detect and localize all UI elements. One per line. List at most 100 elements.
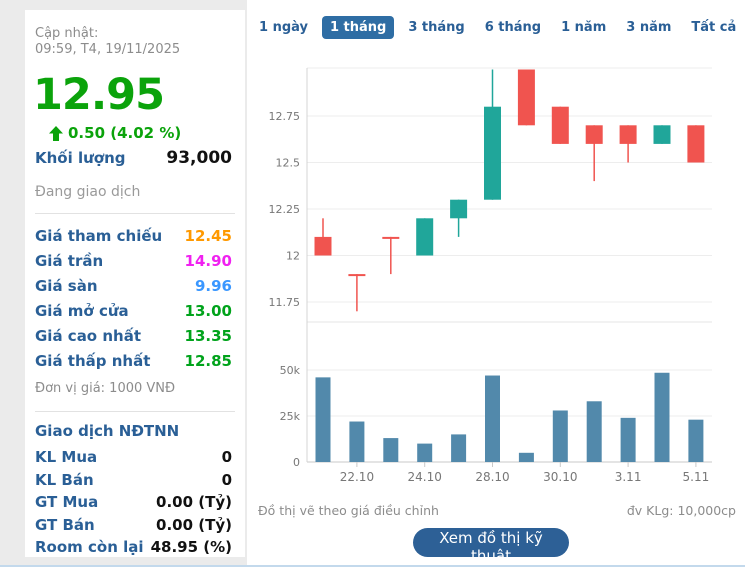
trading-status: Đang giao dịch: [35, 184, 140, 200]
tab-tat-ca[interactable]: Tất cả: [685, 16, 742, 39]
price-table-row: Giá trần 14.90: [35, 248, 232, 273]
price-tick-label: 12: [286, 250, 300, 263]
volume-bar: [655, 373, 670, 462]
candle-body: [348, 274, 365, 276]
high-price-value: 13.35: [185, 327, 232, 345]
candle-body: [620, 125, 637, 144]
tab-1-nam[interactable]: 1 năm: [555, 16, 612, 39]
candle-body: [382, 237, 399, 239]
high-price-label: Giá cao nhất: [35, 327, 141, 345]
foreign-row: KL Bán 0: [35, 469, 232, 492]
candle-body: [450, 200, 467, 219]
tab-1-ngay[interactable]: 1 ngày: [253, 16, 314, 39]
quote-sidebar: Cập nhật: 09:59, T4, 19/11/2025 12.95 0.…: [25, 10, 245, 557]
x-tick-label: 5.11: [683, 470, 710, 484]
candle-body: [654, 125, 671, 144]
price-table: Giá tham chiếu 12.45 Giá trần 14.90 Giá …: [35, 223, 232, 373]
update-time: Cập nhật: 09:59, T4, 19/11/2025: [35, 26, 232, 58]
foreign-sell-vol-label: KL Bán: [35, 471, 94, 489]
update-label: Cập nhật:: [35, 26, 232, 42]
foreign-row: Room còn lại 48.95 (%): [35, 536, 232, 559]
volume-tick-label: 0: [293, 456, 300, 469]
volume-bar: [553, 410, 568, 462]
adjusted-price-note: Đồ thị vẽ theo giá điều chỉnh: [258, 503, 439, 518]
candles: [315, 70, 705, 312]
volume-bars: [316, 373, 704, 462]
room-left-value: 48.95 (%): [151, 538, 232, 556]
volume-bar: [417, 444, 432, 462]
price-axis-labels: 12.75 12.5 12.25 12 11.75: [269, 110, 301, 309]
foreign-row: GT Mua 0.00 (Tỷ): [35, 491, 232, 514]
open-price-value: 13.00: [185, 302, 232, 320]
price-table-row: Giá tham chiếu 12.45: [35, 223, 232, 248]
volume-axis-labels: 50k25k0: [280, 364, 301, 469]
room-left-label: Room còn lại: [35, 538, 144, 556]
change-value: 0.50 (4.02 %): [68, 124, 181, 142]
foreign-row: KL Mua 0: [35, 446, 232, 469]
foreign-buy-vol-label: KL Mua: [35, 448, 97, 466]
volume-row: Khối lượng 93,000: [35, 148, 232, 168]
price-tick-label: 12.75: [269, 110, 301, 123]
price-tick-label: 12.5: [276, 157, 301, 170]
price-tick-label: 11.75: [269, 296, 301, 309]
volume-bar: [316, 377, 331, 462]
tab-3-thang[interactable]: 3 tháng: [402, 16, 470, 39]
ceiling-price-value: 14.90: [185, 252, 232, 270]
low-price-value: 12.85: [185, 352, 232, 370]
x-tick-label: 22.10: [340, 470, 374, 484]
candle-body: [518, 70, 535, 126]
price-tick-label: 12.25: [269, 203, 301, 216]
price-unit-note: Đơn vị giá: 1000 VNĐ: [35, 381, 175, 396]
foreign-trading-title: Giao dịch NĐTNN: [35, 422, 179, 440]
foreign-sell-vol-value: 0: [222, 471, 232, 489]
range-tabs: 1 ngày 1 tháng 3 tháng 6 tháng 1 năm 3 n…: [253, 16, 745, 39]
candle-body: [416, 218, 433, 255]
volume-value: 93,000: [166, 148, 232, 168]
ref-price-value: 12.45: [185, 227, 232, 245]
tab-3-nam[interactable]: 3 năm: [620, 16, 677, 39]
floor-price-label: Giá sàn: [35, 277, 98, 295]
volume-bar: [519, 453, 534, 462]
chart-gridlines: [307, 68, 712, 462]
price-table-row: Giá thấp nhất 12.85: [35, 348, 232, 373]
volume-bar: [383, 438, 398, 462]
tab-6-thang[interactable]: 6 tháng: [479, 16, 547, 39]
foreign-trading-table: KL Mua 0 KL Bán 0 GT Mua 0.00 (Tỷ) GT Bá…: [35, 446, 232, 559]
volume-bar: [349, 422, 364, 462]
volume-bar: [688, 420, 703, 462]
low-price-label: Giá thấp nhất: [35, 352, 150, 370]
volume-tick-label: 50k: [280, 364, 301, 377]
ref-price-label: Giá tham chiếu: [35, 227, 162, 245]
foreign-buy-val-value: 0.00 (Tỷ): [156, 493, 232, 511]
candle-body: [315, 237, 332, 256]
floor-price-value: 9.96: [195, 277, 232, 295]
price-table-row: Giá mở cửa 13.00: [35, 298, 232, 323]
volume-label: Khối lượng: [35, 149, 126, 167]
volume-bar: [485, 376, 500, 462]
bottom-divider: [0, 565, 745, 567]
price-volume-chart[interactable]: 12.7512.512.251211.7550k25k022.1024.1028…: [255, 55, 730, 495]
up-arrow-icon: [49, 126, 63, 141]
price-table-row: Giá cao nhất 13.35: [35, 323, 232, 348]
price-table-row: Giá sàn 9.96: [35, 273, 232, 298]
foreign-sell-val-value: 0.00 (Tỷ): [156, 516, 232, 534]
foreign-buy-vol-value: 0: [222, 448, 232, 466]
x-tick-label: 28.10: [475, 470, 509, 484]
volume-bar: [621, 418, 636, 462]
volume-bar: [451, 434, 466, 462]
view-technical-chart-button[interactable]: Xem đồ thị kỹ thuật: [413, 528, 569, 557]
foreign-buy-val-label: GT Mua: [35, 493, 98, 511]
last-price: 12.95: [33, 70, 164, 120]
ceiling-price-label: Giá trần: [35, 252, 103, 270]
x-tick-label: 30.10: [543, 470, 577, 484]
x-axis-labels: 22.1024.1028.1030.103.115.11: [340, 462, 710, 484]
candle-body: [552, 107, 569, 144]
x-tick-label: 3.11: [615, 470, 642, 484]
candle-body: [586, 125, 603, 144]
divider: [35, 411, 235, 412]
update-timestamp: 09:59, T4, 19/11/2025: [35, 42, 232, 58]
tab-1-thang[interactable]: 1 tháng: [322, 16, 394, 39]
stock-quote-widget: Cập nhật: 09:59, T4, 19/11/2025 12.95 0.…: [0, 0, 745, 570]
divider: [35, 213, 235, 214]
candle-body: [687, 125, 704, 162]
